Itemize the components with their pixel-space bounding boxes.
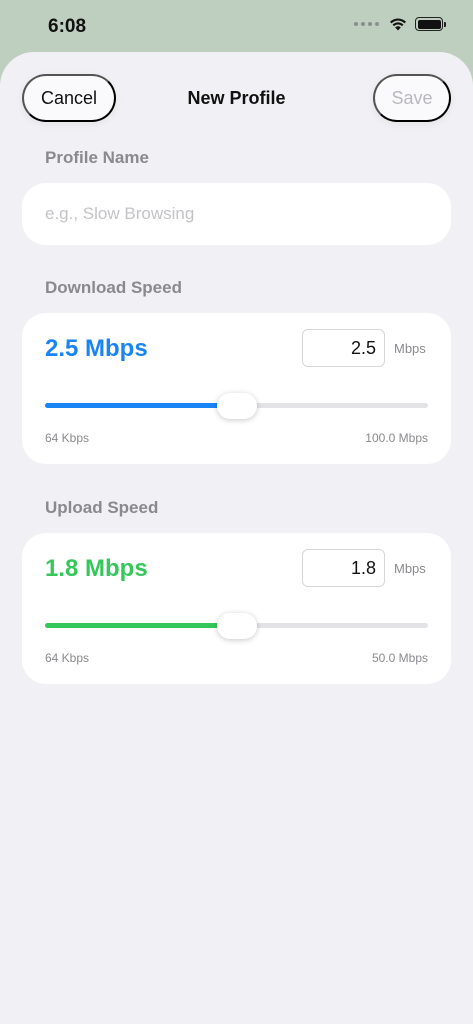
upload-min-label: 64 Kbps: [45, 651, 90, 665]
download-unit-label: Mbps: [394, 341, 426, 356]
download-speed-label: Download Speed: [45, 278, 182, 297]
save-button[interactable]: Save: [373, 74, 451, 122]
upload-slider-thumb[interactable]: [216, 613, 257, 639]
new-profile-sheet: Cancel New Profile Save Profile Name Dow…: [0, 52, 473, 1024]
profile-name-field[interactable]: [22, 183, 451, 245]
upload-speed-input[interactable]: [302, 549, 385, 587]
status-icons: [354, 17, 446, 31]
profile-name-label: Profile Name: [45, 148, 149, 167]
download-speed-input[interactable]: [302, 329, 385, 367]
wifi-icon: [390, 18, 406, 31]
download-slider-fill: [45, 403, 237, 408]
cellular-signal-icon: [354, 22, 379, 26]
upload-max-label: 50.0 Mbps: [371, 651, 428, 665]
download-slider-thumb[interactable]: [216, 393, 257, 419]
status-bar: 6:08: [0, 0, 473, 52]
upload-speed-card: 1.8 Mbps Mbps 64 Kbps 50.0 Mbps: [22, 533, 451, 684]
upload-speed-label: Upload Speed: [45, 498, 159, 517]
status-time: 6:08: [48, 16, 87, 37]
upload-unit-label: Mbps: [394, 561, 426, 576]
battery-icon: [415, 17, 446, 31]
download-speed-value: 2.5 Mbps: [45, 335, 148, 362]
download-max-label: 100.0 Mbps: [365, 431, 428, 445]
download-speed-card: 2.5 Mbps Mbps 64 Kbps 100.0 Mbps: [22, 313, 451, 464]
upload-speed-value: 1.8 Mbps: [45, 555, 148, 582]
upload-slider-fill: [45, 623, 237, 628]
download-min-label: 64 Kbps: [45, 431, 90, 445]
